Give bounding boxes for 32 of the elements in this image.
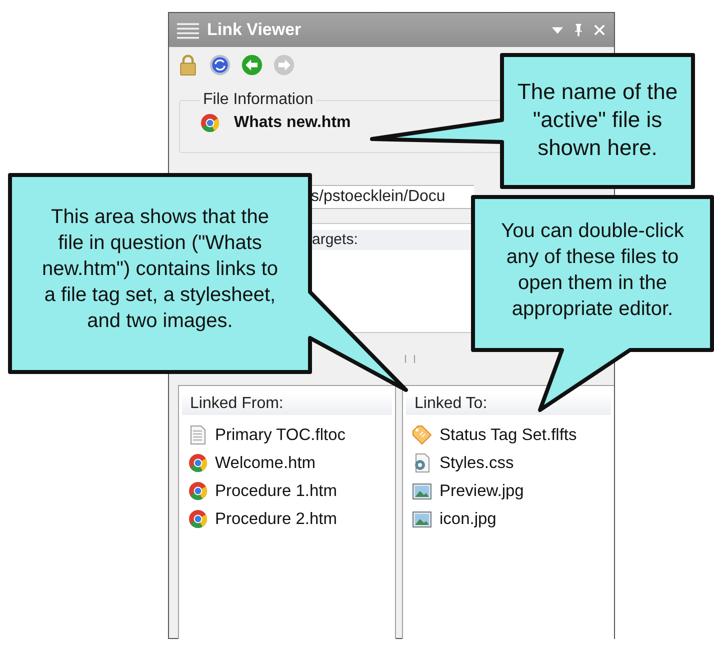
file-name[interactable]: Preview.jpg: [439, 482, 524, 500]
file-name[interactable]: Procedure 2.htm: [215, 510, 337, 528]
menu-icon[interactable]: [177, 22, 199, 38]
pin-icon[interactable]: [572, 23, 585, 37]
refresh-icon[interactable]: [209, 54, 231, 76]
column-header: Linked From:: [182, 393, 392, 415]
browser-icon: [188, 481, 208, 501]
callout-text: The name of the "active" file is shown here.: [516, 78, 679, 162]
file-name[interactable]: Procedure 1.htm: [215, 482, 337, 500]
browser-icon: [188, 453, 208, 473]
image-icon: [412, 509, 432, 529]
callout-text: You can double-click any of these files to open them in the appropriate editor.: [500, 219, 685, 322]
file-name[interactable]: Primary TOC.fltoc: [215, 426, 346, 444]
file-name[interactable]: Status Tag Set.flfts: [439, 426, 577, 444]
gear-document-icon: [412, 453, 432, 473]
file-name[interactable]: Styles.css: [439, 454, 514, 472]
browser-icon: [200, 113, 220, 133]
group-label: File Information: [202, 91, 314, 109]
document-icon: [188, 425, 208, 445]
file-path-field: s/pstoecklein/Docu: [311, 185, 474, 209]
browser-icon: [188, 509, 208, 529]
window-title: Link Viewer: [207, 20, 302, 40]
active-file-name: Whats new.htm: [234, 114, 351, 132]
tag-icon: [412, 425, 432, 445]
file-name[interactable]: icon.jpg: [439, 510, 496, 528]
file-name[interactable]: Welcome.htm: [215, 454, 316, 472]
image-icon: [412, 481, 432, 501]
lock-icon[interactable]: [177, 54, 199, 76]
column-header: Linked To:: [406, 393, 611, 415]
close-icon[interactable]: [593, 23, 606, 37]
splitter-grip[interactable]: [404, 355, 414, 363]
callout-text: This area shows that the file in question ("Whats new.htm") contains links to a file tag set, a stylesheet, and two images.: [40, 205, 280, 334]
